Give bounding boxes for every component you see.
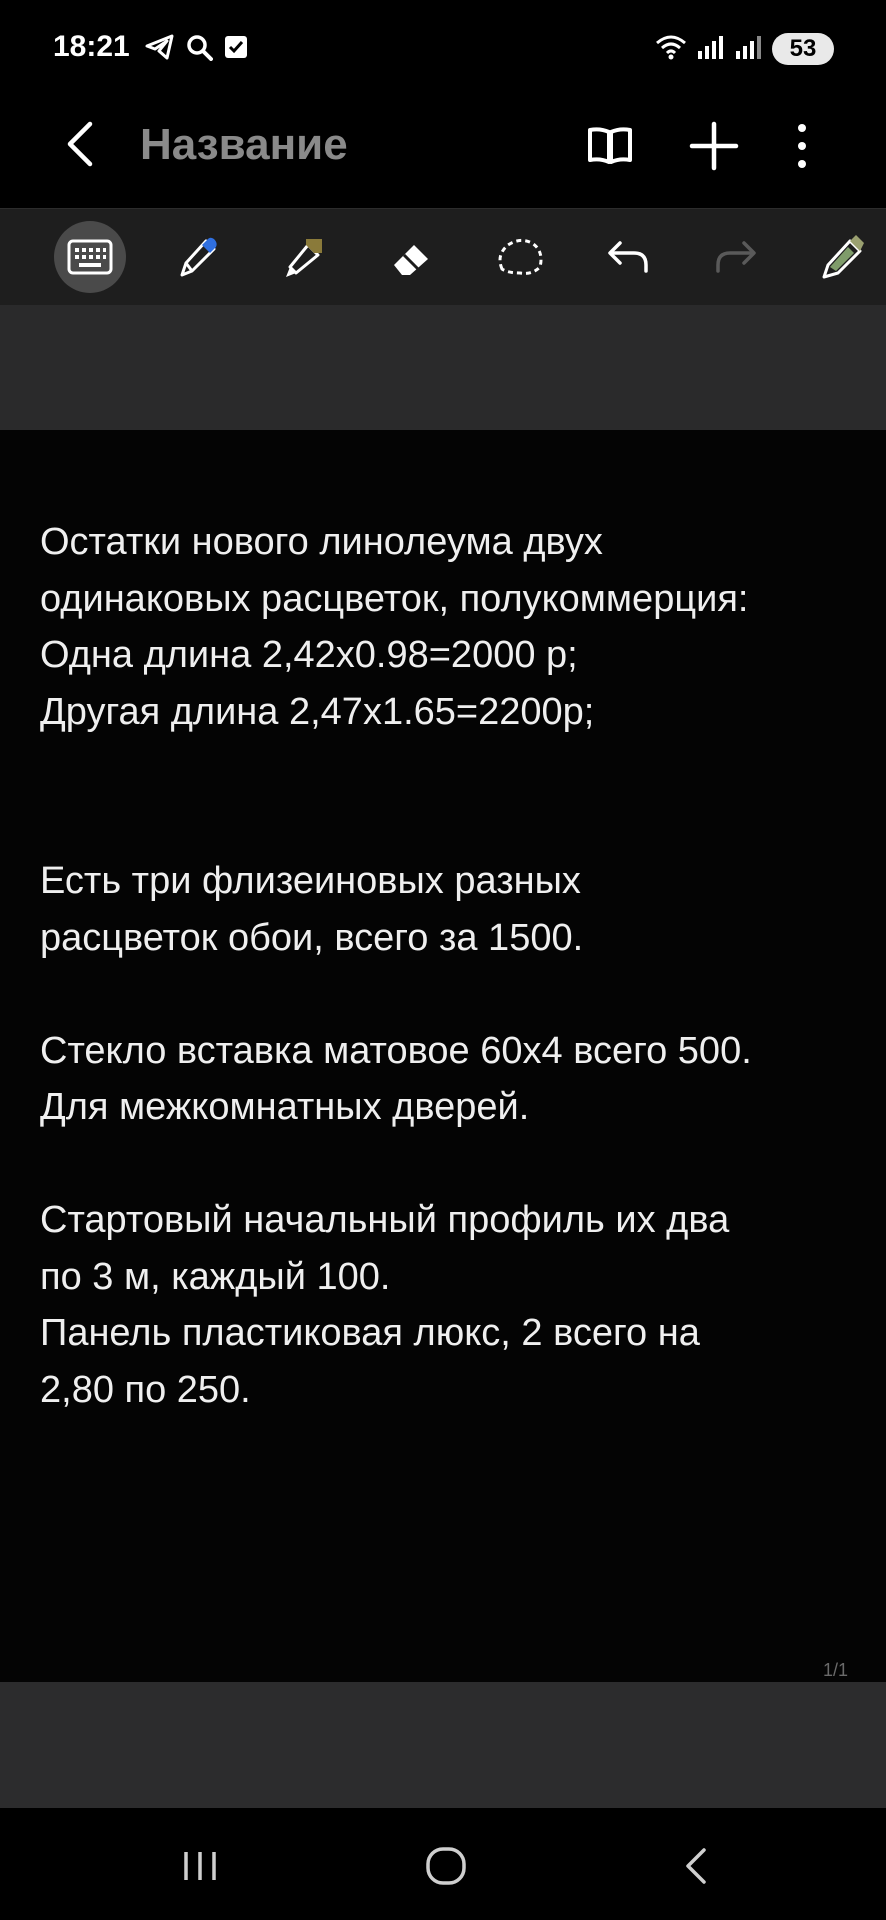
highlighter-tool[interactable] xyxy=(268,221,340,293)
chevron-left-icon xyxy=(67,121,93,167)
pen-settings-tool[interactable] xyxy=(806,221,878,293)
note-text[interactable]: Остатки нового линолеума двух одинаковых… xyxy=(40,514,860,1418)
battery-indicator: 53 xyxy=(772,33,834,65)
signal-icon xyxy=(734,33,764,66)
note-line: Есть три флизеиновых разных xyxy=(40,860,581,902)
home-icon xyxy=(426,1847,466,1885)
highlighter-icon xyxy=(286,239,322,277)
back-button[interactable] xyxy=(56,118,108,170)
redo-icon xyxy=(716,241,756,273)
note-line: Для межкомнатных дверей. xyxy=(40,1086,530,1128)
redo-button[interactable] xyxy=(700,221,772,293)
nav-back-button[interactable] xyxy=(666,1836,726,1896)
add-page-button[interactable] xyxy=(686,118,742,174)
recent-apps-icon xyxy=(184,1852,216,1880)
telegram-icon xyxy=(145,33,175,66)
more-options-button[interactable] xyxy=(774,118,830,174)
back-icon xyxy=(686,1848,706,1884)
pen-icon xyxy=(180,237,217,277)
note-line xyxy=(40,1136,860,1193)
note-line: расцветок обои, всего за 1500. xyxy=(40,916,584,959)
note-line: одинаковых расцветок, полукоммерция: xyxy=(40,577,749,620)
lasso-icon xyxy=(498,238,543,275)
drawing-toolbar xyxy=(0,208,886,306)
book-view-button[interactable] xyxy=(582,118,638,174)
page-title[interactable]: Название xyxy=(140,120,348,170)
note-line xyxy=(40,740,860,797)
status-icons-right: 53 xyxy=(654,32,834,66)
pen-tool[interactable] xyxy=(162,221,234,293)
keyboard-icon xyxy=(67,239,113,275)
page-footer-band xyxy=(0,1682,886,1808)
undo-button[interactable] xyxy=(592,221,664,293)
page-indicator: 1/1 xyxy=(822,1660,848,1680)
note-line: Остатки нового линолеума двух xyxy=(40,521,603,563)
battery-level: 53 xyxy=(789,35,817,62)
signal-icon xyxy=(696,33,726,66)
app-bar: Название xyxy=(0,100,886,208)
eraser-icon xyxy=(394,245,428,275)
note-line: Панель пластиковая люкс, 2 всего на xyxy=(40,1312,700,1354)
note-line xyxy=(40,797,860,854)
note-line: Другая длина 2,47х1.65=2200р; xyxy=(40,690,595,733)
checkbox-icon xyxy=(223,34,249,65)
eraser-tool[interactable] xyxy=(376,221,448,293)
status-bar: 18:21 53 xyxy=(0,0,886,100)
search-icon xyxy=(185,33,213,66)
recent-apps-button[interactable] xyxy=(170,1836,230,1896)
note-line: Стекло вставка матовое 60х4 всего 500. xyxy=(40,1029,752,1072)
undo-icon xyxy=(608,241,648,273)
keyboard-tool[interactable] xyxy=(54,221,126,293)
note-line: 2,80 по 250. xyxy=(40,1368,251,1411)
lasso-tool[interactable] xyxy=(484,221,556,293)
pen-settings-icon xyxy=(822,235,864,279)
status-icons-left xyxy=(145,32,249,66)
system-nav-bar xyxy=(0,1808,886,1920)
note-line: Стартовый начальный профиль их два xyxy=(40,1199,730,1241)
note-line: Одна длина 2,42х0.98=2000 р; xyxy=(40,634,578,676)
note-canvas[interactable]: Остатки нового линолеума двух одинаковых… xyxy=(0,430,886,1682)
home-button[interactable] xyxy=(416,1836,476,1896)
plus-icon xyxy=(689,121,739,171)
status-time: 18:21 xyxy=(53,30,130,63)
wifi-icon xyxy=(654,33,688,66)
note-line: по 3 м, каждый 100. xyxy=(40,1255,391,1298)
page-header-band xyxy=(0,305,886,430)
book-icon xyxy=(588,127,632,164)
more-vert-icon xyxy=(798,124,806,168)
note-line xyxy=(40,966,860,1023)
